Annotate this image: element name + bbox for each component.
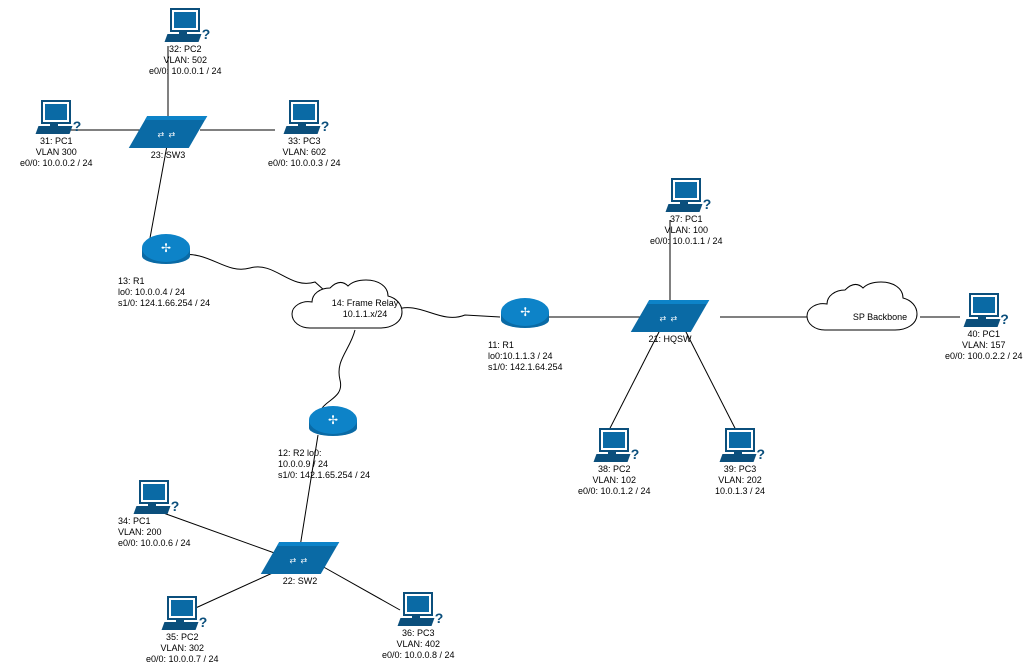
- pc31-vlan: VLAN 300: [20, 147, 93, 158]
- switch-sw3: ⇄ ⇄ 23: SW3: [138, 116, 198, 161]
- network-diagram: ? 32: PC2VLAN: 502e0/0: 10.0.0.1 / 24 ? …: [0, 0, 1024, 667]
- pc-35: ? 35: PC2VLAN: 302e0/0: 10.0.0.7 / 24: [146, 596, 219, 665]
- pc-icon: ?: [399, 592, 437, 628]
- switch-hqsw: ⇄ ⇄ 21: HQSW: [640, 300, 700, 345]
- pc32-vlan: VLAN: 502: [149, 55, 222, 66]
- switch-icon: ⇄ ⇄: [261, 542, 339, 574]
- pc40-name: 40: PC1: [945, 329, 1023, 340]
- r13-lo: lo0: 10.0.0.4 / 24: [118, 287, 210, 298]
- pc34-name: 34: PC1: [118, 516, 191, 527]
- sw21-name: 21: HQSW: [640, 334, 700, 345]
- r11-s: s1/0: 142.1.64.254: [488, 362, 563, 373]
- cloud-sp-backbone: SP Backbone: [835, 293, 925, 341]
- switch-sw2: ⇄ ⇄ 22: SW2: [270, 542, 330, 587]
- pc-40: ? 40: PC1VLAN: 157e0/0: 100.0.2.2 / 24: [945, 293, 1023, 362]
- router-icon: ✢: [501, 292, 549, 340]
- pc36-vlan: VLAN: 402: [382, 639, 455, 650]
- pc-39: ? 39: PC3VLAN: 20210.0.1.3 / 24: [715, 428, 765, 497]
- pc38-vlan: VLAN: 102: [578, 475, 651, 486]
- pc33-if: e0/0: 10.0.0.3 / 24: [268, 158, 341, 169]
- pc31-if: e0/0: 10.0.0.2 / 24: [20, 158, 93, 169]
- pc36-if: e0/0: 10.0.0.8 / 24: [382, 650, 455, 661]
- sw22-name: 22: SW2: [270, 576, 330, 587]
- pc40-if: e0/0: 100.0.2.2 / 24: [945, 351, 1023, 362]
- router-icon: ✢: [309, 400, 357, 448]
- pc35-vlan: VLAN: 302: [146, 643, 219, 654]
- pc-icon: ?: [37, 100, 75, 136]
- pc33-name: 33: PC3: [268, 136, 341, 147]
- switch-icon: ⇄ ⇄: [631, 300, 709, 332]
- pc32-name: 32: PC2: [149, 44, 222, 55]
- pc36-name: 36: PC3: [382, 628, 455, 639]
- pc-icon: ?: [721, 428, 759, 464]
- sw23-name: 23: SW3: [138, 150, 198, 161]
- r11-name: 11: R1: [488, 340, 563, 351]
- pc-32: ? 32: PC2VLAN: 502e0/0: 10.0.0.1 / 24: [149, 8, 222, 77]
- pc-38: ? 38: PC2VLAN: 102e0/0: 10.0.1.2 / 24: [578, 428, 651, 497]
- pc-34: ? 34: PC1VLAN: 200e0/0: 10.0.0.6 / 24: [118, 480, 191, 549]
- pc37-name: 37: PC1: [650, 214, 723, 225]
- pc-icon: ?: [595, 428, 633, 464]
- pc-icon: ?: [965, 293, 1003, 329]
- sp-cloud-label: SP Backbone: [835, 293, 925, 341]
- pc35-name: 35: PC2: [146, 632, 219, 643]
- pc38-if: e0/0: 10.0.1.2 / 24: [578, 486, 651, 497]
- pc34-vlan: VLAN: 200: [118, 527, 191, 538]
- pc-icon: ?: [667, 178, 705, 214]
- pc39-vlan: VLAN: 202: [715, 475, 765, 486]
- r11-lo: lo0:10.1.1.3 / 24: [488, 351, 563, 362]
- switch-icon: ⇄ ⇄: [129, 116, 207, 148]
- cloud14-net: 10.1.1.x/24: [320, 309, 410, 320]
- cloud-frame-relay: 14: Frame Relay10.1.1.x/24: [320, 298, 410, 320]
- pc33-vlan: VLAN: 602: [268, 147, 341, 158]
- pc-37: ? 37: PC1VLAN: 100e0/0: 10.0.1.1 / 24: [650, 178, 723, 247]
- router-icon: ✢: [142, 228, 190, 276]
- pc39-name: 39: PC3: [715, 464, 765, 475]
- pc32-if: e0/0: 10.0.0.1 / 24: [149, 66, 222, 77]
- pc-icon: ?: [166, 8, 204, 44]
- router-r1-13: ✢ 13: R1lo0: 10.0.0.4 / 24s1/0: 124.1.66…: [122, 228, 210, 309]
- pc-36: ? 36: PC3VLAN: 402e0/0: 10.0.0.8 / 24: [382, 592, 455, 661]
- r13-s: s1/0: 124.1.66.254 / 24: [118, 298, 210, 309]
- pc39-if: 10.0.1.3 / 24: [715, 486, 765, 497]
- pc37-if: e0/0: 10.0.1.1 / 24: [650, 236, 723, 247]
- pc35-if: e0/0: 10.0.0.7 / 24: [146, 654, 219, 665]
- pc31-name: 31: PC1: [20, 136, 93, 147]
- pc-33: ? 33: PC3VLAN: 602e0/0: 10.0.0.3 / 24: [268, 100, 341, 169]
- router-r1-11: ✢ 11: R1lo0:10.1.1.3 / 24s1/0: 142.1.64.…: [488, 292, 563, 373]
- r12-lo: 10.0.0.9 / 24: [278, 459, 370, 470]
- r12-s: s1/0: 142.1.65.254 / 24: [278, 470, 370, 481]
- pc38-name: 38: PC2: [578, 464, 651, 475]
- cloud14-name: 14: Frame Relay: [320, 298, 410, 309]
- pc-icon: ?: [163, 596, 201, 632]
- r13-name: 13: R1: [118, 276, 210, 287]
- pc-icon: ?: [285, 100, 323, 136]
- pc37-vlan: VLAN: 100: [650, 225, 723, 236]
- pc40-vlan: VLAN: 157: [945, 340, 1023, 351]
- router-r2-12: ✢ 12: R2 lo0:10.0.0.9 / 24s1/0: 142.1.65…: [296, 400, 370, 481]
- r12-name: 12: R2 lo0:: [278, 448, 370, 459]
- pc34-if: e0/0: 10.0.0.6 / 24: [118, 538, 191, 549]
- pc-icon: ?: [135, 480, 173, 516]
- pc-31: ? 31: PC1VLAN 300e0/0: 10.0.0.2 / 24: [20, 100, 93, 169]
